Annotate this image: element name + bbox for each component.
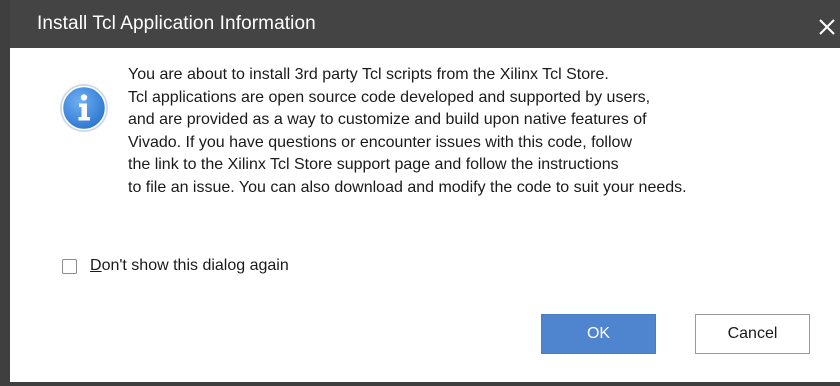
checkbox-label-text: on't show this dialog again: [101, 257, 289, 274]
dont-show-again-checkbox[interactable]: [62, 258, 77, 274]
message-line: and are provided as a way to customize a…: [128, 111, 647, 128]
install-tcl-app-dialog: Install Tcl Application Information You …: [0, 0, 840, 386]
dialog-message: You are about to install 3rd party Tcl s…: [128, 64, 828, 199]
checkbox-label-mnemonic: D: [90, 257, 102, 274]
message-line: You are about to install 3rd party Tcl s…: [128, 66, 609, 83]
message-line: Tcl applications are open source code de…: [128, 88, 651, 106]
dialog-title: Install Tcl Application Information: [37, 13, 316, 34]
message-line: the link to the Xilinx Tcl Store support…: [128, 156, 619, 173]
message-line: to file an issue. You can also download …: [128, 178, 687, 196]
info-icon: [60, 84, 108, 132]
cancel-button[interactable]: Cancel: [695, 314, 810, 354]
close-icon: [819, 19, 835, 35]
dont-show-again-label[interactable]: Don't show this dialog again: [90, 257, 289, 275]
ok-button[interactable]: OK: [541, 314, 656, 354]
dont-show-again-checkbox-row[interactable]: Don't show this dialog again: [62, 256, 289, 276]
close-button[interactable]: [812, 14, 840, 38]
message-line: Vivado. If you have questions or encount…: [128, 133, 632, 151]
dialog-titlebar[interactable]: Install Tcl Application Information: [10, 0, 840, 48]
